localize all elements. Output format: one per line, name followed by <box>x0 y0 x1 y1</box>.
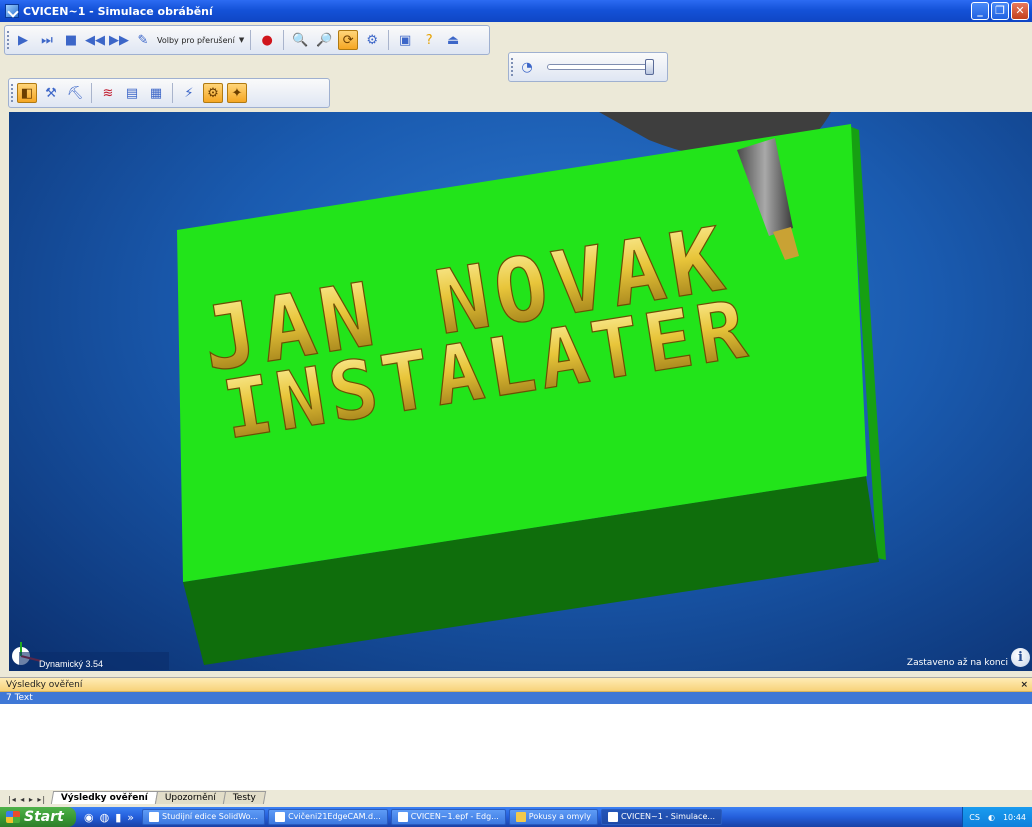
toolbar-separator <box>388 30 390 50</box>
collision-icon[interactable]: ✦ <box>227 83 247 103</box>
forward-icon[interactable]: ▶▶ <box>109 30 129 50</box>
list-item[interactable]: 7 Text <box>0 692 1032 704</box>
eject-icon[interactable]: ⏏ <box>443 30 463 50</box>
system-tray: CS ◐ 10:44 <box>962 807 1032 827</box>
app-quick-icon[interactable]: ▮ <box>115 811 121 824</box>
toolbar-separator <box>250 30 252 50</box>
tab-warnings[interactable]: Upozornění <box>154 791 227 804</box>
close-button[interactable]: ✕ <box>1011 2 1029 20</box>
task-simulation[interactable]: CVICEN~1 - Simulace... <box>600 809 722 825</box>
toolbar-area: ▶ ⏭ ■ ◀◀ ▶▶ ✎ Volby pro přerušení ▼ ● 🔍 … <box>0 22 1032 112</box>
tray-icon[interactable]: ◐ <box>988 813 995 822</box>
task-solidworks[interactable]: Studijní edice SolidWo... <box>142 809 266 825</box>
speed-icon: ◔ <box>521 59 533 75</box>
tool-display-icon[interactable]: ⚒ <box>41 83 61 103</box>
play-icon[interactable]: ▶ <box>13 30 33 50</box>
save-icon[interactable]: ▣ <box>395 30 415 50</box>
step-icon[interactable]: ⏭ <box>37 30 57 50</box>
simulation-viewport[interactable]: JAN NOVAK INSTALATER Dynamický 3.54 Zast… <box>9 112 1032 671</box>
tab-verification-results[interactable]: Výsledky ověření <box>50 791 159 804</box>
toolbar-separator <box>283 30 285 50</box>
clock: 10:44 <box>1002 812 1026 822</box>
language-indicator[interactable]: CS <box>969 813 980 822</box>
tab-nav-arrows[interactable]: |◂ ◂ ▸ ▸| <box>8 795 46 804</box>
status-right: Zastaveno až na konci <box>906 658 1008 668</box>
record-icon[interactable]: ● <box>257 30 277 50</box>
stock-display-icon[interactable]: ◧ <box>17 83 37 103</box>
windows-flag-icon <box>6 811 20 823</box>
simulation-window: CVICEN~1 - Simulace obrábění _ ❐ ✕ ▶ ⏭ ■… <box>0 0 1032 827</box>
task-word-document[interactable]: Cvičeni21EdgeCAM.d... <box>268 809 388 825</box>
holder-display-icon[interactable]: ⛏ <box>65 83 85 103</box>
options-icon[interactable]: ✎ <box>133 30 153 50</box>
stop-icon[interactable]: ■ <box>61 30 81 50</box>
scene-svg: JAN NOVAK INSTALATER Dynamický 3.54 <box>12 112 886 670</box>
maximize-button[interactable]: ❐ <box>991 2 1009 20</box>
minimize-button[interactable]: _ <box>971 2 989 20</box>
speed-toolbar: ◔ <box>508 52 668 82</box>
folder-icon <box>515 812 526 822</box>
taskbar: Start ◉ ◍ ▮ » Studijní edice SolidWo... … <box>0 807 1032 827</box>
help-icon[interactable]: ? <box>419 30 439 50</box>
cut-mode-icon[interactable]: ⚙ <box>203 83 223 103</box>
slider-thumb[interactable] <box>645 59 654 75</box>
window-title: CVICEN~1 - Simulace obrábění <box>23 4 213 18</box>
app-icon <box>5 4 19 18</box>
display-toolbar: ◧ ⚒ ⛏ ≋ ▤ ▦ ⚡ ⚙ ✦ <box>8 78 330 108</box>
start-label: Start <box>24 809 64 825</box>
start-button[interactable]: Start <box>0 807 76 827</box>
left-border <box>0 112 9 671</box>
interrupt-options-button[interactable]: Volby pro přerušení <box>157 36 235 45</box>
chevron-down-icon[interactable]: ▼ <box>239 36 244 44</box>
media-icon[interactable]: ◍ <box>100 811 110 824</box>
part-display-icon[interactable]: ▦ <box>146 83 166 103</box>
task-edgecam[interactable]: CVICEN~1.epf - Edg... <box>390 809 506 825</box>
solidworks-icon <box>149 812 160 822</box>
tab-tests[interactable]: Testy <box>222 791 267 804</box>
title-bar[interactable]: CVICEN~1 - Simulace obrábění _ ❐ ✕ <box>0 0 1032 22</box>
toolbar-separator <box>172 83 173 103</box>
view-icon[interactable]: ⟳ <box>338 30 359 50</box>
task-folder[interactable]: Pokusy a omyly <box>508 809 598 825</box>
status-left: Dynamický 3.54 <box>39 659 103 669</box>
speed-slider[interactable] <box>547 59 654 75</box>
results-panel: Výsledky ověření × 7 Text <box>0 677 1032 791</box>
browser-icon[interactable]: ◉ <box>84 811 94 824</box>
simulation-toolbar: ▶ ⏭ ■ ◀◀ ▶▶ ✎ Volby pro přerušení ▼ ● 🔍 … <box>4 25 490 55</box>
word-icon <box>275 812 286 822</box>
simulation-icon <box>607 812 618 822</box>
results-tabstrip: |◂ ◂ ▸ ▸| Výsledky ověření Upozornění Te… <box>0 790 1032 804</box>
info-icon[interactable]: i <box>1011 648 1030 667</box>
fixture-icon[interactable]: ▤ <box>122 83 142 103</box>
rewind-icon[interactable]: ◀◀ <box>85 30 105 50</box>
settings-icon[interactable]: ⚙ <box>362 30 382 50</box>
zoom-out-icon[interactable]: 🔎 <box>314 30 334 50</box>
compare-icon[interactable]: ⚡ <box>179 83 199 103</box>
results-title: Výsledky ověření <box>6 680 83 690</box>
expand-icon[interactable]: » <box>127 811 134 824</box>
edgecam-icon <box>397 812 408 822</box>
quick-launch: ◉ ◍ ▮ » <box>76 811 142 824</box>
results-close-button[interactable]: × <box>1020 678 1028 692</box>
toolpath-icon[interactable]: ≋ <box>98 83 118 103</box>
toolbar-separator <box>91 83 92 103</box>
zoom-icon[interactable]: 🔍 <box>290 30 310 50</box>
results-header: Výsledky ověření × <box>0 678 1032 692</box>
